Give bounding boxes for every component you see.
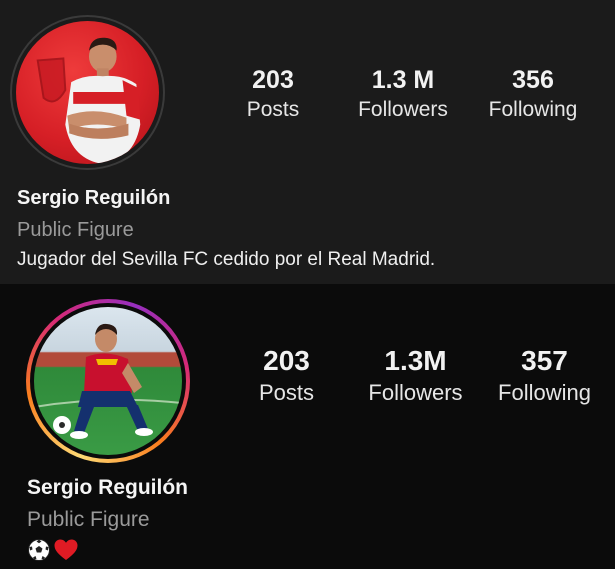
avatar-gap: [30, 303, 186, 459]
posts-count: 203: [252, 66, 294, 94]
profile-bio-emojis: [27, 538, 79, 562]
profile-avatar[interactable]: [10, 15, 165, 170]
stat-following[interactable]: 357 Following: [480, 344, 609, 408]
following-count: 356: [512, 66, 554, 94]
profile-name: Sergio Reguilón: [27, 476, 189, 499]
followers-label: Followers: [358, 98, 448, 121]
profile-header-new: 203 Posts 1.3M Followers 357 Following S…: [0, 284, 615, 569]
profile-category: Public Figure: [27, 508, 150, 531]
profile-stats: 203 Posts 1.3 M Followers 356 Following: [208, 64, 598, 124]
following-label: Following: [498, 380, 591, 405]
profile-comparison: 203 Posts 1.3 M Followers 356 Following …: [0, 0, 615, 569]
profile-header-old: 203 Posts 1.3 M Followers 356 Following …: [0, 0, 615, 284]
profile-stats: 203 Posts 1.3M Followers 357 Following: [222, 344, 609, 408]
followers-count: 1.3M: [384, 345, 447, 376]
stat-posts[interactable]: 203 Posts: [222, 344, 351, 408]
profile-bio: Jugador del Sevilla FC cedido por el Rea…: [17, 249, 436, 270]
profile-category: Public Figure: [17, 219, 134, 241]
stat-followers[interactable]: 1.3M Followers: [351, 344, 480, 408]
soccer-ball-icon: [28, 539, 50, 561]
red-heart-icon: [54, 539, 78, 560]
posts-label: Posts: [246, 98, 300, 121]
player-photo-illustration: [36, 37, 141, 164]
player-photo-illustration: [34, 323, 182, 439]
profile-avatar-story-ring[interactable]: [26, 299, 190, 463]
profile-photo-spain: [34, 307, 182, 455]
stat-posts[interactable]: 203 Posts: [208, 64, 338, 124]
posts-count: 203: [263, 345, 310, 376]
profile-name: Sergio Reguilón: [17, 187, 171, 209]
profile-photo-sevilla: [16, 21, 159, 164]
following-label: Following: [488, 98, 578, 121]
followers-label: Followers: [368, 380, 463, 405]
followers-count: 1.3 M: [371, 66, 435, 94]
stat-followers[interactable]: 1.3 M Followers: [338, 64, 468, 124]
posts-label: Posts: [258, 380, 315, 405]
stat-following[interactable]: 356 Following: [468, 64, 598, 124]
following-count: 357: [521, 345, 568, 376]
